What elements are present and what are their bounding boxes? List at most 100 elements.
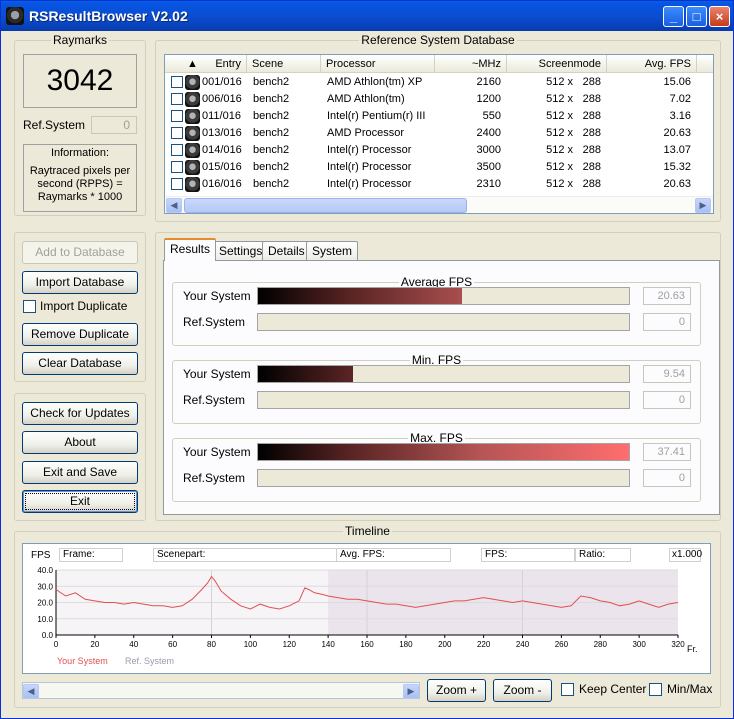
sort-ascending-icon: ▲	[187, 58, 198, 70]
close-button[interactable]: ×	[709, 6, 730, 27]
clear-database-button[interactable]: Clear Database	[22, 352, 138, 375]
title-bar[interactable]: RSResultBrowser V2.02 _ □ ×	[1, 1, 733, 31]
column-mhz[interactable]: ~MHz	[435, 55, 507, 73]
exit-and-save-button[interactable]: Exit and Save	[22, 461, 138, 484]
your-system-bar	[257, 365, 630, 383]
maximize-icon: □	[692, 9, 701, 24]
information-text: Raytraced pixels per second (RPPS) = Ray…	[29, 165, 131, 203]
row-checkbox[interactable]	[171, 93, 183, 105]
zoom-in-button[interactable]: Zoom +	[427, 679, 486, 702]
main-window: RSResultBrowser V2.02 _ □ × Raymarks 304…	[0, 0, 734, 719]
table-row[interactable]: 014/016 bench2 Intel(r) Processor 3000 512 x…	[165, 142, 713, 159]
check-for-updates-button[interactable]: Check for Updates	[22, 402, 138, 425]
exit-button[interactable]: Exit	[22, 490, 138, 513]
scroll-right-icon[interactable]: ▶	[695, 198, 711, 213]
table-row[interactable]: 015/016 bench2 Intel(r) Processor 3500 512 x…	[165, 159, 713, 176]
cell-mode-w: 512 x	[546, 161, 573, 173]
list-horizontal-scrollbar[interactable]: ◀ ▶	[165, 196, 713, 213]
about-button[interactable]: About	[22, 431, 138, 454]
column-entry[interactable]: ▲ Entry	[165, 55, 247, 73]
cell-scene: bench2	[253, 76, 290, 88]
cell-mhz: 3000	[476, 144, 501, 156]
your-system-bar-fill	[258, 366, 353, 382]
table-row[interactable]: 011/016 bench2 Intel(r) Pentium(r) III 550 5…	[165, 108, 713, 125]
your-system-value: 20.63	[643, 287, 691, 305]
ref-system-label: Ref.System	[183, 315, 246, 329]
reference-list[interactable]: ▲ Entry Scene Processor ~MHz Screenmode …	[164, 54, 714, 214]
app-icon[interactable]	[6, 7, 24, 25]
ref-system-bar	[257, 469, 630, 487]
y-tick-label: 0.0	[42, 631, 54, 640]
timeline-scroll-left-icon[interactable]: ◀	[23, 684, 39, 699]
cell-entry: 013/016	[202, 127, 242, 139]
cell-fps: 20.63	[663, 127, 691, 139]
table-row[interactable]: 013/016 bench2 AMD Processor 2400 512 x 288 20…	[165, 125, 713, 142]
maximize-button[interactable]: □	[686, 6, 707, 27]
cell-processor: Intel(r) Processor	[327, 161, 412, 173]
x-tick-label: 280	[594, 640, 608, 649]
fps-group-0: Average FPS Your System 20.63 Ref.System 0	[172, 275, 701, 346]
column-screenmode[interactable]: Screenmode	[507, 55, 607, 73]
cell-mode-h: 288	[582, 161, 601, 173]
timeline-chart[interactable]: FPS Frame: Scenepart: Avg. FPS: FPS: Rat…	[22, 543, 711, 674]
add-to-database-button[interactable]: Add to Database	[22, 241, 138, 264]
cell-mode-w: 512 x	[546, 178, 573, 190]
tab-settings[interactable]: Settings	[213, 241, 269, 261]
ref-system-label: Ref.System	[23, 118, 86, 132]
row-checkbox[interactable]	[171, 161, 183, 173]
timeline-scrollbar[interactable]: ◀ ▶	[22, 682, 420, 699]
table-row[interactable]: 001/016 bench2 AMD Athlon(tm) XP 2160 512 x 2…	[165, 74, 713, 91]
column-processor[interactable]: Processor	[321, 55, 435, 73]
column-scene[interactable]: Scene	[247, 55, 321, 73]
cell-entry: 015/016	[202, 161, 242, 173]
your-system-bar	[257, 443, 630, 461]
table-row[interactable]: 006/016 bench2 AMD Athlon(tm) 1200 512 x 288 7…	[165, 91, 713, 108]
reference-database-title: Reference System Database	[359, 33, 517, 47]
cell-mode-w: 512 x	[546, 144, 573, 156]
cell-fps: 3.16	[669, 110, 691, 122]
import-database-button[interactable]: Import Database	[22, 271, 138, 294]
y-tick-label: 10.0	[37, 615, 53, 624]
row-checkbox[interactable]	[171, 110, 183, 122]
y-tick-label: 40.0	[37, 566, 53, 575]
x-tick-label: 0	[54, 640, 59, 649]
zoom-out-button[interactable]: Zoom -	[493, 679, 552, 702]
x-tick-label: 140	[321, 640, 335, 649]
table-row[interactable]: 016/016 bench2 Intel(r) Processor 2310 512 x…	[165, 176, 713, 193]
keep-center-checkbox[interactable]	[561, 683, 574, 696]
your-system-bar	[257, 287, 630, 305]
x-tick-label: 180	[399, 640, 413, 649]
import-duplicate-checkbox[interactable]	[23, 300, 36, 313]
column-avg-fps[interactable]: Avg. FPS	[607, 55, 697, 73]
timeline-scroll-right-icon[interactable]: ▶	[403, 684, 419, 699]
minimize-icon: _	[669, 9, 678, 24]
close-icon: ×	[715, 9, 724, 24]
cell-mhz: 550	[482, 110, 501, 122]
tab-details[interactable]: Details	[262, 241, 311, 261]
cell-processor: Intel(r) Processor	[327, 144, 412, 156]
row-checkbox[interactable]	[171, 178, 183, 190]
min-max-checkbox[interactable]	[649, 683, 662, 696]
row-checkbox[interactable]	[171, 144, 183, 156]
cell-fps: 7.02	[669, 93, 691, 105]
remove-duplicate-button[interactable]: Remove Duplicate	[22, 323, 138, 346]
timeline-plot[interactable]: 0.0 10.0 20.0 30.0 40.0 0 20 40 60 80 100 120 140 160…	[23, 544, 710, 673]
your-system-value: 9.54	[643, 365, 691, 383]
x-tick-label: 120	[283, 640, 297, 649]
minimize-button[interactable]: _	[663, 6, 684, 27]
scroll-left-icon[interactable]: ◀	[166, 198, 182, 213]
your-system-label: Your System	[183, 367, 251, 381]
cell-mode-h: 288	[582, 127, 601, 139]
row-checkbox[interactable]	[171, 76, 183, 88]
row-checkbox[interactable]	[171, 127, 183, 139]
entry-icon	[185, 109, 200, 124]
your-system-value: 37.41	[643, 443, 691, 461]
entry-icon	[185, 126, 200, 141]
tab-results[interactable]: Results	[164, 238, 217, 261]
cell-mode-w: 512 x	[546, 127, 573, 139]
information-title: Information:	[50, 147, 110, 159]
cell-processor: AMD Athlon(tm) XP	[327, 76, 423, 88]
tab-system[interactable]: System	[306, 241, 359, 261]
scroll-thumb[interactable]	[184, 198, 467, 213]
raymarks-score: 3042	[23, 54, 137, 108]
